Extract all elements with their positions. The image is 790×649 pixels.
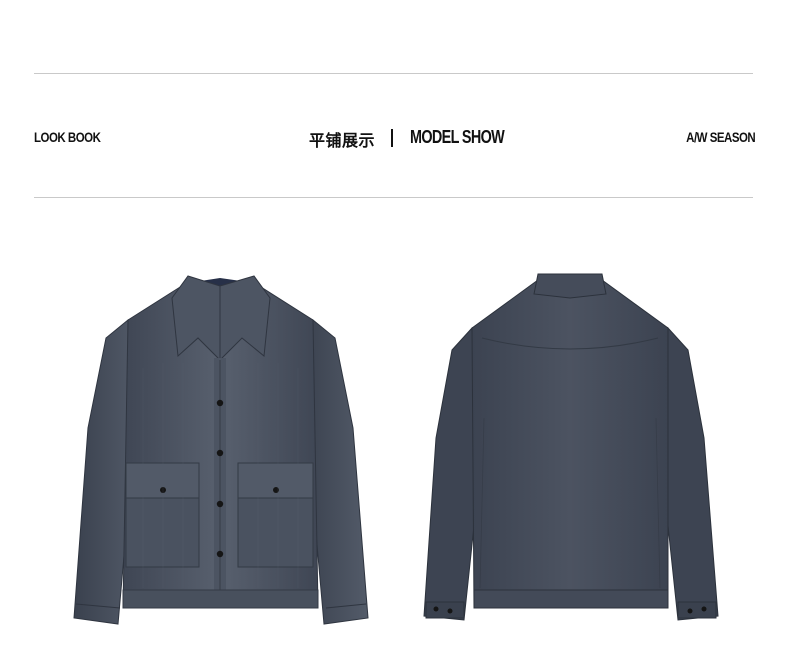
section-title-cn: 平铺展示 (309, 131, 376, 150)
top-divider (34, 73, 753, 74)
jacket-front-illustration (73, 275, 369, 625)
look-book-label: LOOK BOOK (34, 129, 101, 145)
bottom-divider (34, 197, 753, 198)
section-title-en: MODEL SHOW (410, 127, 505, 147)
season-label: A/W SEASON (685, 129, 756, 145)
title-separator (391, 129, 393, 147)
jacket-back-illustration (423, 273, 719, 621)
jacket-back-image (420, 268, 720, 628)
jacket-front-image (68, 268, 373, 628)
section-header: LOOK BOOK 平铺展示 MODEL SHOW A/W SEASON (34, 123, 755, 151)
section-title: 平铺展示 MODEL SHOW (309, 125, 505, 151)
